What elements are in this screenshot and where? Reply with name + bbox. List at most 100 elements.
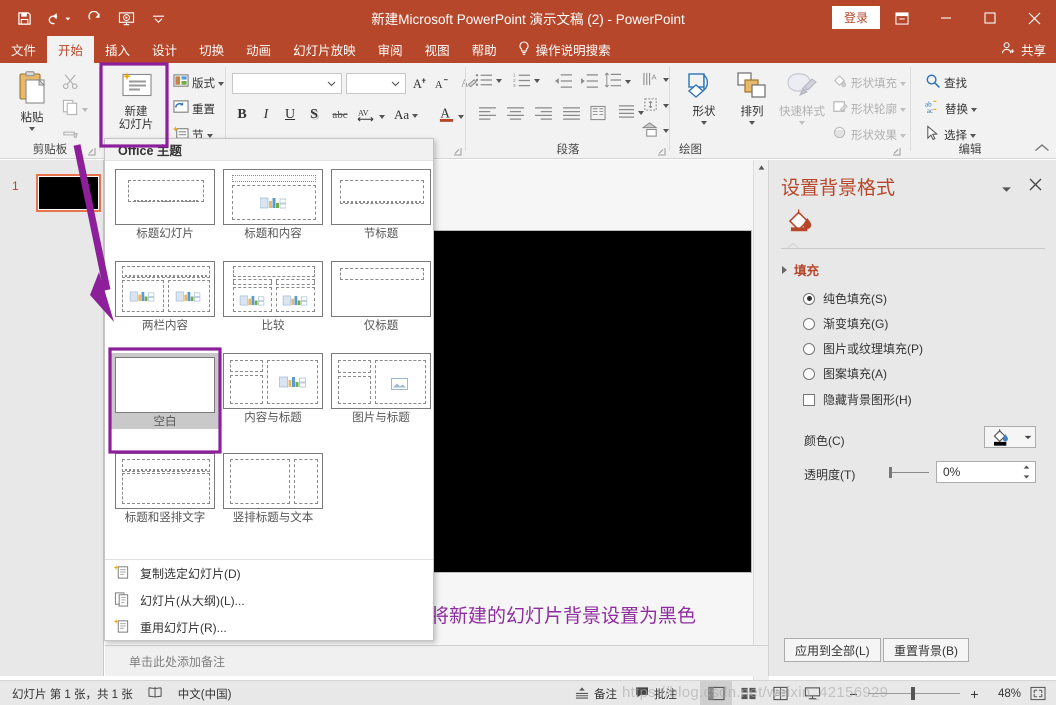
save-icon[interactable] (14, 8, 34, 28)
layout-title-content[interactable]: 标题和内容 (223, 169, 323, 241)
maximize-icon[interactable] (968, 0, 1012, 36)
font-size-input[interactable] (346, 73, 406, 94)
section-dropdown-arrow[interactable] (206, 133, 213, 138)
scroll-track[interactable] (754, 175, 769, 705)
line-spacing-dropdown-arrow[interactable] (625, 79, 631, 84)
columns-dropdown-arrow[interactable] (638, 110, 644, 115)
accessibility-checker-icon[interactable] (147, 685, 164, 702)
fill-option-picture-texture[interactable]: 图片或纹理填充(P) (803, 340, 923, 357)
shape-fill-dropdown-arrow[interactable] (900, 81, 906, 86)
shape-effects-button[interactable]: 形状效果 (832, 125, 906, 144)
menu-reuse-slides[interactable]: 重用幻灯片(R)... (105, 614, 433, 641)
line-spacing-button[interactable] (604, 72, 631, 89)
undo-icon[interactable] (46, 8, 72, 28)
align-left-button[interactable] (475, 103, 499, 123)
align-text-button[interactable] (642, 96, 669, 113)
fit-slide-icon[interactable] (1030, 686, 1046, 701)
tab-help[interactable]: 帮助 (461, 36, 508, 63)
increase-font-size-button[interactable]: A (410, 73, 430, 93)
clipboard-dialog-launcher[interactable] (87, 147, 96, 156)
change-case-dropdown-arrow[interactable] (412, 114, 419, 118)
shape-effects-dropdown-arrow[interactable] (900, 133, 906, 138)
zoom-slider[interactable] (868, 681, 960, 705)
transparency-spinner[interactable] (1018, 462, 1034, 482)
layout-button[interactable]: 版式 (173, 73, 224, 92)
bold-button[interactable]: B (232, 105, 252, 125)
menu-duplicate-selected-slides[interactable]: 复制选定幻灯片(D) (105, 560, 433, 587)
select-dropdown-arrow[interactable] (970, 133, 976, 138)
spinner-down-icon[interactable] (1018, 472, 1034, 482)
font-name-dropdown-icon[interactable] (325, 81, 338, 87)
shapes-dropdown-arrow[interactable] (701, 121, 707, 125)
layout-section-header[interactable]: 节标题 (331, 169, 431, 241)
fill-option-solid[interactable]: 纯色填充(S) (803, 290, 887, 307)
collapse-ribbon-button[interactable] (1034, 142, 1050, 156)
find-button[interactable]: 查找 (925, 73, 967, 92)
layout-title-slide[interactable]: 标题幻灯片 (115, 169, 215, 241)
layout-blank[interactable]: 空白 (111, 353, 219, 429)
copy-button[interactable] (62, 99, 88, 119)
justify-button[interactable] (559, 103, 583, 123)
underline-button[interactable]: U (280, 105, 300, 125)
customize-qat-icon[interactable] (148, 8, 168, 28)
minimize-icon[interactable] (924, 0, 968, 36)
comments-toggle-button[interactable]: 批注 (635, 686, 677, 702)
font-name-input[interactable] (232, 73, 342, 94)
columns-button[interactable] (587, 103, 609, 123)
tab-slideshow[interactable]: 幻灯片放映 (282, 36, 367, 63)
tab-insert[interactable]: 插入 (94, 36, 141, 63)
zoom-slider-handle[interactable] (911, 687, 915, 700)
spinner-up-icon[interactable] (1018, 462, 1034, 472)
change-case-button[interactable]: Aa (394, 107, 419, 123)
fill-option-pattern[interactable]: 图案填充(A) (803, 365, 887, 382)
bullets-button[interactable] (475, 72, 502, 88)
notes-pane[interactable]: 单击此处添加备注 (105, 645, 768, 676)
transparency-slider-track[interactable] (891, 472, 929, 473)
tab-animations[interactable]: 动画 (235, 36, 282, 63)
layout-two-content[interactable]: 两栏内容 (115, 261, 215, 333)
slide-thumbnail-1[interactable] (36, 174, 101, 212)
transparency-value-input[interactable]: 0% (936, 461, 1036, 483)
layout-title-only[interactable]: 仅标题 (331, 261, 431, 333)
ribbon-display-options-icon[interactable] (880, 0, 924, 36)
start-slideshow-icon[interactable] (116, 8, 136, 28)
arrange-dropdown-arrow[interactable] (749, 121, 755, 125)
layout-vertical-title-and-text[interactable]: 竖排标题与文本 (223, 453, 323, 525)
font-color-button[interactable]: A (438, 105, 464, 126)
strikethrough-button[interactable]: abc (328, 105, 352, 125)
tab-review[interactable]: 审阅 (367, 36, 414, 63)
copy-dropdown-arrow[interactable] (82, 108, 88, 112)
background-color-picker[interactable] (984, 426, 1036, 448)
close-pane-icon[interactable] (1029, 177, 1042, 194)
fill-bucket-icon[interactable] (787, 208, 820, 241)
convert-smartart-button[interactable] (642, 121, 669, 138)
zoom-level-label[interactable]: 48% (989, 688, 1021, 700)
numbering-dropdown-arrow[interactable] (534, 79, 540, 83)
replace-dropdown-arrow[interactable] (971, 107, 977, 112)
pane-options-dropdown-icon[interactable] (1001, 182, 1012, 196)
font-dialog-launcher[interactable] (453, 147, 462, 156)
zoom-in-button[interactable]: + (969, 686, 980, 702)
layout-title-and-vertical-text[interactable]: 标题和竖排文字 (115, 453, 215, 525)
quick-styles-button[interactable]: 快速样式 (778, 71, 826, 125)
replace-button[interactable]: ab ac 替换 (925, 99, 977, 118)
drawing-dialog-launcher[interactable] (892, 147, 901, 156)
numbering-button[interactable]: 123 (513, 72, 540, 88)
decrease-font-size-button[interactable]: A (432, 73, 452, 93)
cut-button[interactable] (62, 73, 79, 93)
paste-dropdown-arrow[interactable] (29, 127, 35, 131)
font-size-dropdown-icon[interactable] (389, 81, 402, 87)
tab-design[interactable]: 设计 (141, 36, 188, 63)
text-direction-button[interactable]: A (642, 71, 669, 87)
paste-button[interactable]: 粘贴 (8, 71, 56, 131)
text-shadow-button[interactable]: S (304, 105, 324, 125)
shapes-button[interactable]: 形状 (682, 71, 726, 125)
close-icon[interactable] (1012, 0, 1056, 36)
decrease-indent-button[interactable] (552, 72, 574, 90)
bullets-dropdown-arrow[interactable] (496, 79, 502, 83)
tab-file[interactable]: 文件 (0, 36, 47, 63)
shape-fill-button[interactable]: 形状填充 (832, 73, 906, 92)
layout-dropdown-arrow[interactable] (218, 81, 224, 86)
tab-transitions[interactable]: 切换 (188, 36, 235, 63)
slideshow-view-button[interactable] (796, 681, 828, 705)
